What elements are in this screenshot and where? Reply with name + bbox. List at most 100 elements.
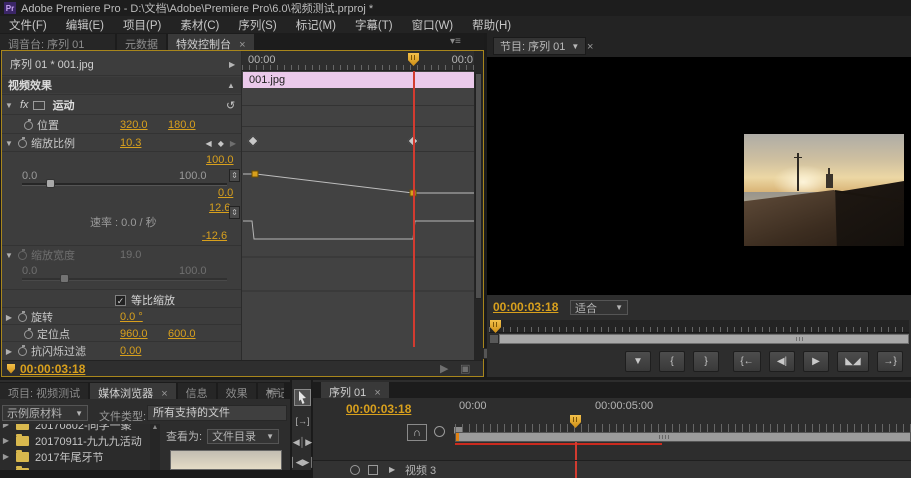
tab-program-monitor[interactable]: 节目: 序列 01 ▼ [493, 37, 586, 55]
view-as-label: 查看为: [166, 428, 202, 444]
position-x-value[interactable]: 320.0 [120, 119, 148, 131]
menu-file[interactable]: 文件(F) [9, 17, 47, 33]
add-marker-button[interactable]: ▼ [625, 351, 651, 372]
rotation-value[interactable]: 0.0 ° [120, 311, 143, 323]
file-type-value[interactable]: 所有支持的文件 [147, 405, 287, 421]
slider-knob[interactable] [46, 179, 55, 188]
toggle-effects-icon[interactable]: ▣ [460, 362, 470, 375]
step-back-button[interactable]: ◀| [769, 351, 795, 372]
menu-window[interactable]: 窗口(W) [412, 17, 454, 33]
add-keyframe-icon[interactable]: ◆ [218, 139, 224, 148]
stopwatch-icon[interactable] [18, 313, 27, 322]
effects-timecode[interactable]: 00:00:03:18 [20, 362, 85, 376]
tab-effects[interactable]: 效果 [218, 383, 256, 399]
reset-icon[interactable]: ↺ [226, 99, 235, 112]
tree-item[interactable]: ▶ 2017年尾牙节 [0, 449, 160, 464]
scale-slider[interactable] [22, 183, 227, 186]
keyframe-icon[interactable] [247, 135, 258, 146]
menu-help[interactable]: 帮助(H) [472, 17, 511, 33]
scale-neg-value[interactable]: -12.6 [202, 230, 227, 242]
scale-width-value[interactable]: 19.0 [120, 249, 141, 261]
tree-item[interactable]: ▶ [0, 465, 160, 470]
menu-sequence[interactable]: 序列(S) [238, 17, 276, 33]
scale-mid-value[interactable]: 0.0 [218, 187, 233, 199]
play-audio-icon[interactable]: ▶ [440, 362, 448, 375]
scale-low-value[interactable]: 12.6 [209, 202, 230, 214]
snap-icon[interactable]: ∩ [407, 424, 427, 441]
tree-item[interactable]: ▶ 20170911-九九九活动 [0, 433, 160, 448]
mark-in-button[interactable]: { [659, 351, 685, 372]
anchor-x-value[interactable]: 960.0 [120, 328, 148, 340]
checkbox-checked[interactable]: ✓ [115, 295, 126, 306]
panel-menu-icon[interactable]: ▾≡ [268, 387, 279, 398]
program-scrollbar[interactable] [489, 334, 909, 344]
mini-timeruler[interactable]: 00:00 00:0 [242, 51, 475, 71]
tab-info[interactable]: 信息 [178, 383, 216, 399]
work-area-bar[interactable] [455, 432, 911, 442]
track-select-tool[interactable]: [→] [294, 412, 311, 429]
stopwatch-icon[interactable] [18, 139, 27, 148]
trim-button[interactable]: ◣◢ [837, 351, 869, 372]
antiflicker-value[interactable]: 0.00 [120, 345, 141, 357]
view-as-select[interactable]: 文件目录 ▼ [207, 429, 279, 444]
expander-icon[interactable]: ▼ [2, 139, 16, 148]
selection-tool[interactable] [294, 389, 311, 406]
play-button[interactable]: ▶ [803, 351, 829, 372]
program-timecode[interactable]: 00:00:03:18 [493, 300, 558, 314]
tab-media-browser[interactable]: 媒体浏览器 × [90, 383, 176, 399]
tab-effect-controls[interactable]: 特效控制台 × [168, 34, 254, 50]
position-y-value[interactable]: 180.0 [168, 119, 196, 131]
go-to-out-button[interactable]: →} [877, 351, 903, 372]
playhead-line[interactable] [413, 71, 415, 347]
scale-value[interactable]: 10.3 [120, 137, 141, 149]
panel-menu-icon[interactable]: ▾≡ [450, 36, 461, 47]
stopwatch-icon[interactable] [18, 347, 27, 356]
uniform-scale-row: ✓ 等比缩放 [2, 292, 242, 308]
collapse-icon[interactable]: ▲ [227, 81, 235, 90]
tree-item[interactable]: ▶ 20170802-同学一聚 [0, 424, 160, 432]
clip-bar[interactable]: 001.jpg [243, 72, 474, 88]
menu-edit[interactable]: 编辑(E) [66, 17, 104, 33]
tab-audio-mixer[interactable]: 调音台: 序列 01 [0, 34, 115, 50]
timeline-timeruler[interactable]: 00:00 00:00:05:00 [455, 398, 911, 432]
stopwatch-icon[interactable] [24, 121, 33, 130]
tab-metadata[interactable]: 元数据 [117, 34, 166, 50]
play-toggle-icon[interactable]: ▶ [229, 60, 235, 69]
program-timeruler[interactable] [489, 320, 909, 333]
media-thumbnail[interactable] [170, 450, 282, 470]
timeline-tabbar: 序列 01 × [313, 382, 911, 398]
menu-title[interactable]: 字幕(T) [355, 17, 393, 33]
tab-sequence-01[interactable]: 序列 01 × [321, 382, 389, 398]
expander-icon[interactable]: ▼ [2, 101, 16, 110]
anchor-y-value[interactable]: 600.0 [168, 328, 196, 340]
next-keyframe-icon[interactable]: ▶ [230, 139, 236, 148]
rolling-edit-tool[interactable]: │◀▶│ [294, 454, 311, 471]
settings-icon[interactable] [434, 426, 445, 437]
fit-select[interactable]: 适合 ▼ [570, 300, 628, 315]
scale-max-value[interactable]: 100.0 [206, 154, 234, 166]
go-to-in-button[interactable]: {← [733, 351, 761, 372]
source-select[interactable]: 示例原材料 ▼ [2, 405, 88, 421]
close-icon[interactable]: × [374, 387, 380, 399]
tree-scrollbar[interactable]: ▲ [150, 424, 160, 470]
menu-clip[interactable]: 素材(C) [180, 17, 219, 33]
close-icon[interactable]: × [587, 41, 593, 53]
menu-project[interactable]: 项目(P) [123, 17, 161, 33]
value-spinner[interactable]: ⇕ [229, 169, 240, 182]
value-spinner[interactable]: ⇕ [229, 206, 240, 219]
mark-out-button[interactable]: } [693, 351, 719, 372]
prev-keyframe-icon[interactable]: ◀ [206, 139, 212, 148]
vertical-scrollbar[interactable] [474, 51, 483, 376]
scale-width-slider[interactable] [22, 278, 227, 281]
timeline-timecode[interactable]: 00:00:03:18 [346, 402, 411, 416]
video-effects-header: 视频效果 ▲ [2, 77, 241, 93]
program-video-area [487, 57, 911, 295]
menu-marker[interactable]: 标记(M) [296, 17, 336, 33]
tab-project[interactable]: 项目: 视频测试 [0, 383, 88, 399]
close-icon[interactable]: × [161, 388, 167, 400]
scale-row: ▼ 缩放比例 10.3 ◀ ◆ ▶ [2, 135, 242, 151]
stopwatch-icon[interactable] [18, 251, 27, 260]
ripple-edit-tool[interactable]: ◀│▶ [294, 434, 311, 451]
motion-label[interactable]: 运动 [53, 97, 75, 113]
stopwatch-icon[interactable] [24, 330, 33, 339]
